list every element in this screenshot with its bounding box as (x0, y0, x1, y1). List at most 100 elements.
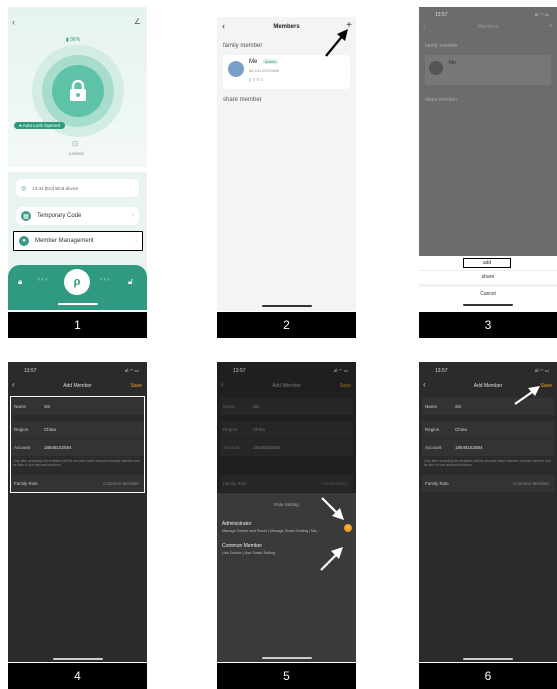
panel-add-member: 13:57 ııl ◠ ▭ ‹ Add Member Save Name SS … (8, 362, 147, 662)
unlock-small-icon: 🔓︎ (128, 277, 134, 286)
annotation-arrow-check (321, 497, 344, 520)
divider (419, 284, 557, 287)
panel-members-list: ‹ Members + family member Me Admin 86-13… (217, 17, 356, 311)
status-icons: ııl ◠ ▭ (534, 368, 549, 373)
unlock-key-button[interactable]: ρ (64, 269, 90, 295)
back-icon[interactable]: ‹ (12, 17, 15, 27)
save-button[interactable]: Save (131, 383, 142, 389)
home-indicator (463, 658, 513, 660)
locked-icon: ⊡ (72, 141, 78, 148)
lock-small-icon: 🔒︎ (18, 277, 23, 286)
account-row[interactable]: Account 18848162584 (11, 439, 144, 456)
unlock-bar[interactable]: 🔒︎ ‹ ‹ ‹ ρ › › › 🔓︎ (8, 265, 147, 310)
member-management-item[interactable]: ● Member Management › (13, 231, 143, 251)
member-name: Me (249, 59, 258, 65)
person-icon: ● (19, 236, 29, 246)
home-indicator (53, 658, 103, 660)
edit-icon[interactable]: ∠ (134, 17, 141, 26)
invite-hint: Only after accepting the invitation will… (13, 459, 140, 467)
panel-lock-home: ‹ ∠ ▮ 96% ● Auto Lock Opened ⊡ Locked ◎ … (8, 7, 147, 310)
admin-option[interactable]: Administrator Manage Device and Room | M… (222, 521, 352, 539)
annotation-arrow-add (325, 29, 348, 57)
avatar (429, 61, 443, 75)
caption-3: 3 (419, 312, 557, 338)
bell-icon: ◎ (21, 185, 27, 192)
auto-lock-badge[interactable]: ● Auto Lock Opened (14, 122, 66, 129)
role-value: Common Member (102, 481, 139, 486)
code-icon: ▦ (21, 211, 31, 221)
status-time: 13:57 (435, 12, 448, 18)
status-time: 13:57 (24, 368, 37, 374)
region-row[interactable]: Region China › (11, 421, 144, 438)
admin-badge: Admin (263, 59, 279, 64)
chevron-right-icon: › (132, 213, 134, 219)
member-card[interactable]: Me (425, 55, 551, 85)
account-row[interactable]: Account 18848162584 (220, 439, 353, 456)
action-sheet: add share Cancel (419, 256, 557, 310)
notice-card[interactable]: ◎ 13:44 [Ent] Bind device (16, 179, 139, 197)
caption-1: 1 (8, 312, 147, 338)
left-chevrons-icon: ‹ ‹ ‹ (38, 277, 48, 283)
caption-5: 5 (217, 663, 356, 689)
divider (419, 270, 557, 271)
chevron-right-icon: › (135, 238, 137, 244)
lock-button[interactable] (52, 65, 104, 117)
panel-members-add-sheet: 13:57 ııl ◠ ▭ ‹ Members + family member … (419, 7, 557, 310)
region-value: China (44, 427, 56, 432)
share-section-label: share member (425, 97, 458, 103)
battery-indicator: ▮ 96% (66, 37, 81, 43)
home-indicator (58, 303, 98, 305)
region-row[interactable]: Region China (220, 421, 353, 438)
family-role-row[interactable]: Family Role Administrator (220, 475, 353, 492)
status-time: 13:57 (435, 368, 448, 374)
caption-4: 4 (8, 663, 147, 689)
add-member-button[interactable]: + (548, 21, 553, 30)
status-icons: ııl ◠ ▭ (333, 368, 348, 373)
region-row[interactable]: Region China › (422, 421, 554, 438)
temporary-code-item[interactable]: ▦ Temporary Code › (16, 207, 139, 225)
sheet-add-button[interactable]: add (463, 258, 511, 268)
home-indicator (262, 305, 312, 307)
annotation-arrow-save (514, 386, 540, 405)
share-section-label: share member (223, 97, 262, 103)
name-row[interactable]: Name SS (11, 398, 144, 415)
annotation-arrow-common (320, 547, 343, 571)
avatar (228, 61, 244, 77)
status-time: 13:57 (233, 368, 246, 374)
check-icon: ✓ (344, 524, 352, 532)
screen-title: Add Member (272, 383, 301, 389)
account-value: 18848162584 (44, 445, 72, 450)
lock-state-label: Locked (69, 151, 84, 156)
sheet-share-button[interactable]: share (419, 274, 557, 280)
invite-hint: Only after accepting the invitation will… (424, 459, 551, 467)
family-section-label: family member (223, 43, 263, 49)
divider (8, 167, 147, 172)
name-row[interactable]: Name SS (220, 398, 353, 415)
family-role-row[interactable]: Family Role Common Member (11, 475, 144, 492)
screen-title: Members (477, 24, 499, 30)
chevron-right-icon: › (549, 426, 552, 431)
chevron-right-icon: › (139, 426, 142, 431)
right-chevrons-icon: › › › (100, 277, 110, 283)
sheet-cancel-button[interactable]: Cancel (419, 291, 557, 297)
save-button[interactable]: Save (340, 383, 351, 389)
home-indicator (463, 304, 513, 306)
status-icons: ııl ◠ ▭ (534, 12, 549, 17)
account-row[interactable]: Account 18848162584 (422, 439, 554, 456)
status-icons: ııl ◠ ▭ (124, 368, 139, 373)
name-value: SS (44, 404, 51, 409)
member-account: 86-13144015668 (249, 68, 280, 73)
home-indicator (262, 657, 312, 659)
padlock-icon (70, 80, 86, 101)
screen-title: Add Member (63, 383, 92, 389)
family-role-row[interactable]: Family Role Common Member (422, 475, 554, 492)
caption-2: 2 (217, 312, 356, 338)
family-section-label: family member (425, 43, 458, 49)
member-card[interactable]: Me Admin 86-13144015668 ▯ 0 0 0 (223, 55, 350, 89)
save-button[interactable]: Save (541, 383, 552, 389)
caption-6: 6 (419, 663, 557, 689)
member-name: Me (449, 60, 456, 66)
panel-add-member-save: 13:57 ııl ◠ ▭ ‹ Add Member Save Name SS … (419, 362, 557, 662)
lock-hero: ‹ ∠ ▮ 96% ● Auto Lock Opened ⊡ Locked (8, 7, 147, 167)
member-stats: ▯ 0 0 0 (249, 77, 263, 82)
